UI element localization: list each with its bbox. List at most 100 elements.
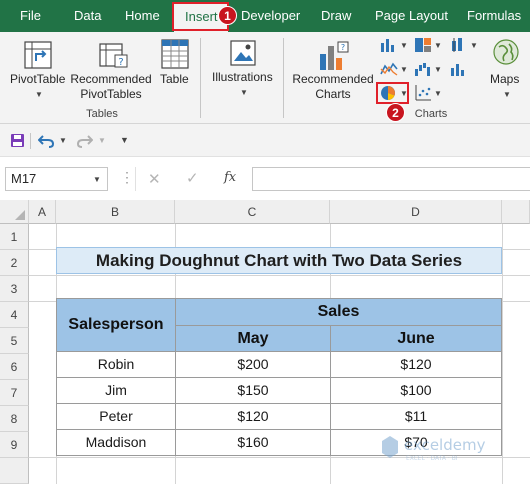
redo-icon[interactable] (77, 133, 93, 148)
tab-data[interactable]: Data (74, 0, 101, 32)
svg-text:?: ? (341, 43, 345, 52)
cell-salesperson[interactable]: Peter (56, 403, 176, 430)
row-header-3[interactable]: 3 (0, 276, 29, 302)
charts-group-label: Charts (414, 108, 448, 120)
cell-salesperson[interactable]: Maddison (56, 429, 176, 456)
row-header-7[interactable]: 7 (0, 380, 29, 406)
name-box-dropdown-icon[interactable]: ▼ (93, 175, 101, 184)
maps-label[interactable]: Maps (490, 72, 519, 87)
row-header-2[interactable]: 2 (0, 250, 29, 276)
ribbon-tab-bar: File Data Home Insert Developer Draw Pag… (0, 0, 530, 32)
enter-icon[interactable]: ✓ (186, 169, 199, 187)
header-sales[interactable]: Sales (175, 298, 502, 326)
line-chart-dropdown-icon[interactable]: ▼ (400, 65, 408, 74)
sheet-title-cell[interactable]: Making Doughnut Chart with Two Data Seri… (56, 247, 502, 274)
redo-dropdown-icon[interactable]: ▼ (98, 136, 106, 145)
cell-may[interactable]: $150 (175, 377, 331, 404)
gridline (29, 275, 530, 276)
illustrations-icon[interactable] (228, 38, 258, 68)
header-salesperson[interactable]: Salesperson (56, 298, 176, 352)
recommended-pivottables-line1: Recommended (70, 72, 152, 86)
cell-june[interactable]: $100 (330, 377, 502, 404)
scatter-chart-dropdown-icon[interactable]: ▼ (434, 89, 442, 98)
cell-salesperson[interactable]: Jim (56, 377, 176, 404)
tab-home[interactable]: Home (125, 0, 160, 32)
row-header-8[interactable]: 8 (0, 406, 29, 432)
waterfall-chart-dropdown-icon[interactable]: ▼ (434, 65, 442, 74)
tables-group-label: Tables (86, 108, 118, 120)
header-june[interactable]: June (330, 325, 502, 352)
cell-may[interactable]: $120 (175, 403, 331, 430)
formula-bar: M17 ▼ ⋮ ✕ ✓ fx (0, 157, 530, 200)
exceldemy-logo-icon: exceldemy EXCEL · DATA · BI (382, 436, 486, 462)
row-header-4[interactable]: 4 (0, 302, 29, 328)
select-all-corner[interactable] (0, 200, 29, 224)
row-header-9[interactable]: 9 (0, 432, 29, 458)
pivottable-icon[interactable] (22, 39, 54, 71)
quick-access-toolbar: ▼ ▼ ▼ (0, 124, 530, 157)
column-header-b[interactable]: B (56, 200, 175, 224)
cell-june[interactable]: $11 (330, 403, 502, 430)
name-box-value: M17 (11, 171, 37, 186)
maps-dropdown-icon[interactable]: ▼ (503, 90, 511, 99)
cell-may[interactable]: $160 (175, 429, 331, 456)
column-header-e[interactable] (502, 200, 530, 224)
tab-page-layout[interactable]: Page Layout (375, 0, 448, 32)
save-icon[interactable] (10, 133, 25, 148)
cancel-icon[interactable]: ✕ (148, 170, 161, 188)
pie-doughnut-chart-icon[interactable] (379, 84, 397, 102)
formula-bar-separator (135, 167, 136, 191)
column-header-a[interactable]: A (29, 200, 56, 224)
tab-file[interactable]: File (20, 0, 41, 32)
maps-globe-icon[interactable] (492, 38, 520, 66)
row-header-10[interactable] (0, 458, 29, 484)
step-1-badge: 1 (218, 6, 237, 25)
recommended-charts-line1: Recommended (292, 72, 374, 86)
column-header-c[interactable]: C (175, 200, 330, 224)
illustrations-dropdown-icon[interactable]: ▼ (240, 88, 248, 97)
tab-formulas[interactable]: Formulas (467, 0, 521, 32)
scatter-chart-icon[interactable] (414, 84, 432, 102)
column-chart-dropdown-icon[interactable]: ▼ (400, 41, 408, 50)
statistic-chart-icon[interactable] (450, 37, 468, 53)
cell-may[interactable]: $200 (175, 351, 331, 378)
recommended-pivottables-label[interactable]: Recommended PivotTables (70, 72, 152, 102)
recommended-charts-label[interactable]: Recommended Charts (289, 72, 377, 102)
tab-developer[interactable]: Developer (241, 0, 300, 32)
table-icon[interactable] (160, 38, 190, 70)
recommended-charts-icon[interactable]: ? (316, 40, 350, 72)
pivottable-dropdown-icon[interactable]: ▼ (35, 90, 43, 99)
ribbon-separator-2 (283, 38, 284, 118)
recommended-charts-line2: Charts (315, 87, 351, 101)
hierarchy-chart-dropdown-icon[interactable]: ▼ (434, 41, 442, 50)
row-header-6[interactable]: 6 (0, 354, 29, 380)
illustrations-label[interactable]: Illustrations (212, 70, 273, 85)
cell-june[interactable]: $120 (330, 351, 502, 378)
cell-salesperson[interactable]: Robin (56, 351, 176, 378)
column-header-d[interactable]: D (330, 200, 502, 224)
pivotchart-icon[interactable] (450, 61, 468, 77)
customize-qat-icon[interactable]: ▼ (120, 135, 129, 145)
insert-function-icon[interactable]: fx (224, 170, 236, 185)
header-may[interactable]: May (175, 325, 331, 352)
svg-text:?: ? (118, 57, 123, 68)
tab-draw[interactable]: Draw (321, 0, 351, 32)
column-chart-icon[interactable] (380, 37, 398, 53)
formula-input[interactable] (252, 167, 530, 191)
undo-dropdown-icon[interactable]: ▼ (59, 136, 67, 145)
statistic-chart-dropdown-icon[interactable]: ▼ (470, 41, 478, 50)
watermark-name: exceldemy (404, 436, 486, 454)
recommended-pivottables-icon[interactable]: ? (97, 39, 129, 71)
line-chart-icon[interactable] (380, 61, 398, 77)
waterfall-chart-icon[interactable] (414, 61, 432, 77)
formula-bar-handle-icon: ⋮ (120, 169, 134, 185)
watermark-tagline: EXCEL · DATA · BI (406, 455, 458, 462)
table-label[interactable]: Table (160, 72, 189, 87)
exceldemy-watermark: exceldemy EXCEL · DATA · BI (382, 433, 502, 468)
row-header-1[interactable]: 1 (0, 224, 29, 250)
undo-icon[interactable] (38, 133, 54, 148)
row-header-5[interactable]: 5 (0, 328, 29, 354)
pivottable-label[interactable]: PivotTable (10, 72, 65, 87)
pie-chart-dropdown-icon[interactable]: ▼ (400, 89, 408, 98)
hierarchy-chart-icon[interactable] (414, 37, 432, 53)
